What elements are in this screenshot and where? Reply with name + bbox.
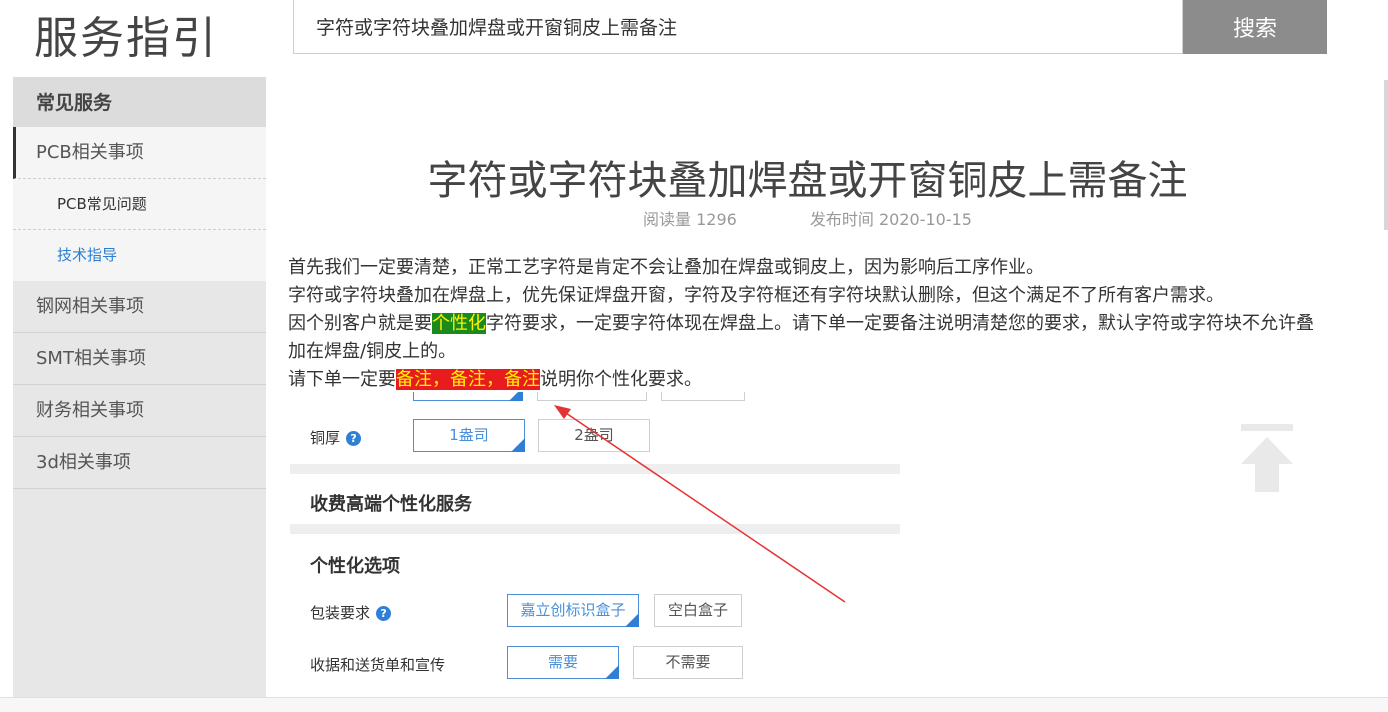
cropped-option <box>413 392 523 401</box>
copper-option-2oz: 2盎司 <box>538 419 650 452</box>
section-heading: 收费高端个性化服务 <box>310 494 472 515</box>
pack-option-blank: 空白盒子 <box>654 594 742 627</box>
copper-option-1oz: 1盎司 <box>413 419 525 452</box>
read-count: 阅读量 1296 <box>643 210 737 229</box>
paragraph: 字符或字符块叠加在焊盘上，优先保证焊盘开窗，字符及字符框还有字符块默认删除，但这… <box>288 285 1224 306</box>
pack-label-row: 包装要求? <box>310 602 392 623</box>
back-to-top-icon[interactable] <box>1238 424 1296 494</box>
paragraph: 因个别客户就是要个性化字符要求，一定要字符体现在焊盘上。请下单一定要备注说明清楚… <box>288 310 1328 366</box>
copper-label: 铜厚 <box>310 429 341 447</box>
receipt-option-yes: 需要 <box>507 646 619 679</box>
search-input[interactable] <box>293 0 1183 54</box>
copper-label-row: 铜厚? <box>310 427 362 448</box>
receipt-label: 收据和送货单和宣传 <box>310 656 446 674</box>
section-divider <box>290 464 900 474</box>
sidebar-item-finance[interactable]: 财务相关事项 <box>13 385 266 437</box>
sidebar-item-3d[interactable]: 3d相关事项 <box>13 437 266 489</box>
sidebar-subitem-tech-guide[interactable]: 技术指导 <box>13 230 266 281</box>
sidebar-item-pcb[interactable]: PCB相关事项 <box>13 127 266 179</box>
article-meta: 阅读量 1296 发布时间 2020-10-15 <box>290 206 1325 230</box>
text-span: 说明你个性化要求。 <box>540 369 702 390</box>
text-span: 请下单一定要 <box>288 369 396 390</box>
text-span: 因个别客户就是要 <box>288 313 432 334</box>
sidebar-heading: 常见服务 <box>13 77 266 127</box>
publish-time: 发布时间 2020-10-15 <box>809 210 972 229</box>
cropped-option <box>537 392 647 401</box>
bottom-bar <box>0 697 1388 712</box>
pack-label: 包装要求 <box>310 604 371 622</box>
sidebar: 常见服务 PCB相关事项 PCB常见问题 技术指导 钢网相关事项 SMT相关事项… <box>13 77 266 712</box>
paragraph: 请下单一定要备注，备注，备注说明你个性化要求。 <box>288 366 1328 394</box>
help-icon: ? <box>376 606 392 621</box>
article-body: 首先我们一定要清楚，正常工艺字符是肯定不会让叠加在焊盘或铜皮上，因为影响后工序作… <box>288 254 1328 394</box>
help-icon: ? <box>346 431 362 446</box>
sidebar-item-stencil[interactable]: 钢网相关事项 <box>13 281 266 333</box>
paragraph: 首先我们一定要清楚，正常工艺字符是肯定不会让叠加在焊盘或铜皮上，因为影响后工序作… <box>288 257 1044 278</box>
receipt-option-no: 不需要 <box>633 646 743 679</box>
site-title: 服务指引 <box>34 13 218 64</box>
sidebar-subitem-pcb-faq[interactable]: PCB常见问题 <box>13 179 266 230</box>
scrollbar[interactable] <box>1384 80 1388 230</box>
highlight-green: 个性化 <box>432 313 486 334</box>
section-divider <box>290 524 900 534</box>
article-title: 字符或字符块叠加焊盘或开窗铜皮上需备注 <box>427 158 1188 204</box>
section-heading: 个性化选项 <box>310 556 400 577</box>
search-button[interactable]: 搜索 <box>1183 0 1327 54</box>
highlight-red: 备注，备注，备注 <box>396 369 540 390</box>
pack-option-branded: 嘉立创标识盒子 <box>507 594 639 627</box>
embedded-order-screenshot: 铜厚? 1盎司 2盎司 收费高端个性化服务 个性化选项 包装要求? 嘉立创标识盒… <box>290 392 900 702</box>
cropped-option <box>661 392 745 401</box>
sidebar-item-smt[interactable]: SMT相关事项 <box>13 333 266 385</box>
